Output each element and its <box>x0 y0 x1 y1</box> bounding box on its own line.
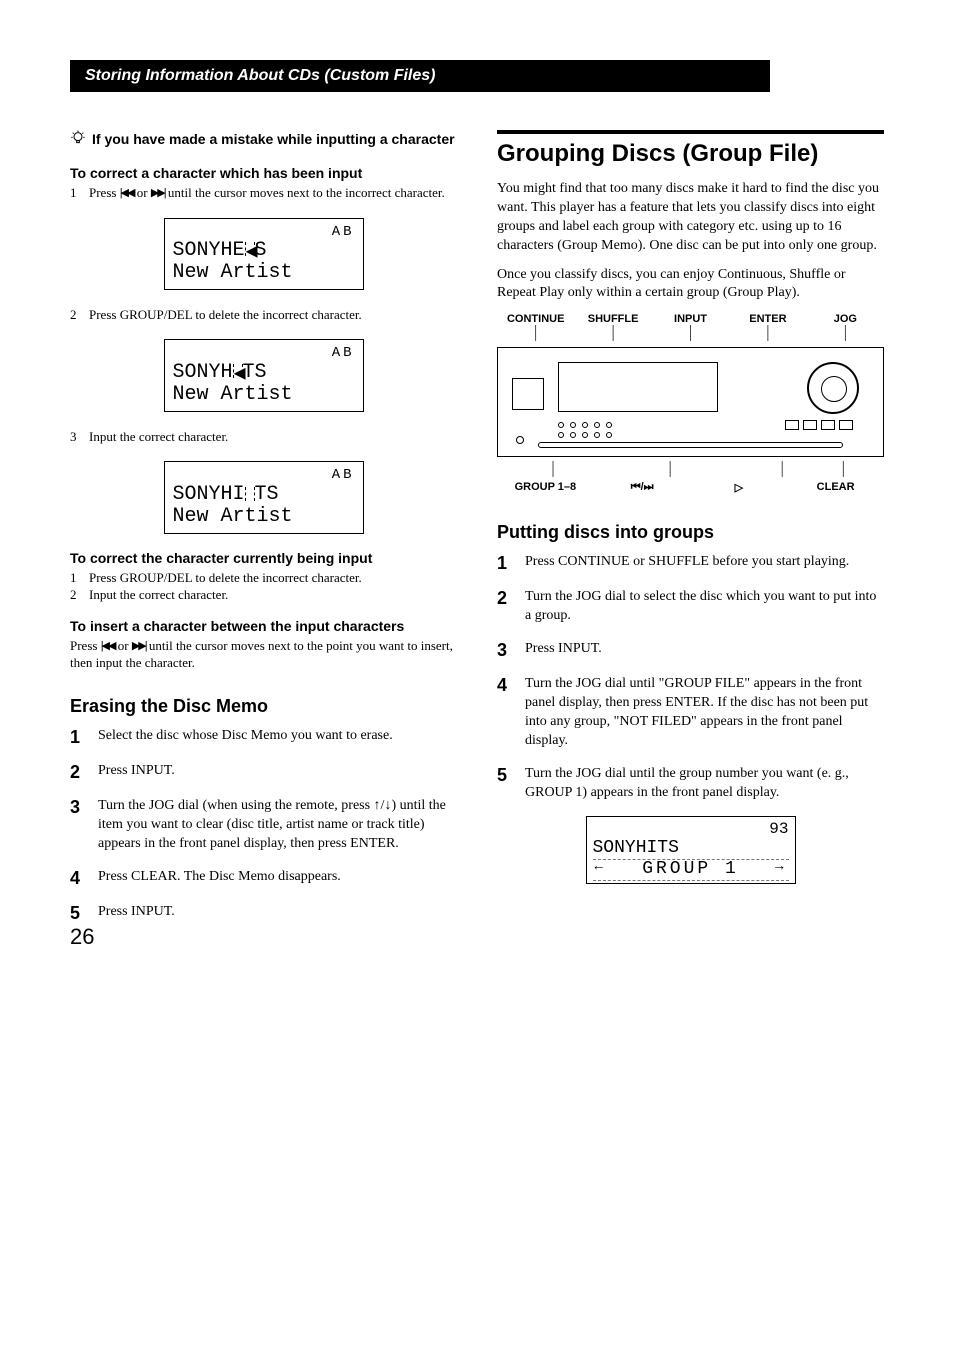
tip-icon <box>70 130 86 151</box>
page-number: 26 <box>70 924 94 950</box>
heading-putting-groups: Putting discs into groups <box>497 522 884 543</box>
intro-paragraph-1: You might find that too many discs make … <box>497 180 884 256</box>
step-text: Select the disc whose Disc Memo you want… <box>98 727 457 748</box>
lcd-display-1: AB SONYHE◀S New Artist <box>164 218 364 290</box>
step-number: 3 <box>497 640 511 661</box>
heading-erasing: Erasing the Disc Memo <box>70 696 457 717</box>
manual-page: Storing Information About CDs (Custom Fi… <box>0 0 954 978</box>
left-column: If you have made a mistake while inputti… <box>70 120 457 938</box>
step-number: 3 <box>70 797 84 854</box>
jog-dial-icon <box>807 362 859 414</box>
step-number: 1 <box>70 727 84 748</box>
next-track-icon: ▶▶| <box>151 187 165 199</box>
step-number: 5 <box>497 765 511 803</box>
subheading-correct-current: To correct the character currently being… <box>70 550 457 566</box>
step-number: 4 <box>497 675 511 751</box>
group-steps: 1 Press CONTINUE or SHUFFLE before you st… <box>497 553 884 802</box>
step-text: Input the correct character. <box>89 428 228 446</box>
step-number: 2 <box>70 586 82 604</box>
device-labels-bottom: GROUP 1–8 ⏮/⏭ ▷ CLEAR <box>497 481 884 494</box>
step-text: Press INPUT. <box>525 640 884 661</box>
lcd-display-group: 93 SONYHITS GROUP 1 <box>586 816 796 883</box>
step-text: Press GROUP/DEL to delete the incorrect … <box>89 569 362 587</box>
step-text: Press INPUT. <box>98 903 457 924</box>
intro-paragraph-2: Once you classify discs, you can enjoy C… <box>497 266 884 304</box>
cursor-icon: ◀ <box>245 242 255 256</box>
step-number: 4 <box>70 868 84 889</box>
right-column: Grouping Discs (Group File) You might fi… <box>497 120 884 938</box>
step-number: 1 <box>70 184 82 202</box>
step-text: Press INPUT. <box>98 762 457 783</box>
step-text: Press CLEAR. The Disc Memo disappears. <box>98 868 457 889</box>
step-number: 1 <box>70 569 82 587</box>
erase-steps: 1 Select the disc whose Disc Memo you wan… <box>70 727 457 924</box>
leader-lines-bottom <box>497 461 884 477</box>
tip-heading: If you have made a mistake while inputti… <box>92 130 455 148</box>
step-text: Press GROUP/DEL to delete the incorrect … <box>89 306 362 324</box>
cursor-icon: ◀ <box>233 364 243 378</box>
step-number: 2 <box>70 762 84 783</box>
subheading-correct-input: To correct a character which has been in… <box>70 165 457 181</box>
subheading-insert-char: To insert a character between the input … <box>70 618 457 634</box>
step-number: 1 <box>497 553 511 574</box>
step-text: Turn the JOG dial to select the disc whi… <box>525 588 884 626</box>
body-text: Press |◀◀ or ▶▶| until the cursor moves … <box>70 637 457 672</box>
section-header: Storing Information About CDs (Custom Fi… <box>70 60 770 92</box>
device-labels-top: CONTINUE SHUFFLE INPUT ENTER JOG <box>497 313 884 325</box>
step-text: Press CONTINUE or SHUFFLE before you sta… <box>525 553 884 574</box>
step-number: 2 <box>497 588 511 626</box>
step-number: 5 <box>70 903 84 924</box>
main-heading: Grouping Discs (Group File) <box>497 130 884 168</box>
prev-track-icon: |◀◀ <box>101 640 115 652</box>
step-number: 2 <box>70 306 82 324</box>
leader-lines-top <box>497 325 884 341</box>
step-text: Turn the JOG dial (when using the remote… <box>98 797 457 854</box>
prev-track-icon: |◀◀ <box>120 187 134 199</box>
lcd-display-3: AB SONYHITS New Artist <box>164 461 364 533</box>
step-text: Turn the JOG dial until the group number… <box>525 765 884 803</box>
step-text: Turn the JOG dial until "GROUP FILE" app… <box>525 675 884 751</box>
step-text: Press |◀◀ or ▶▶| until the cursor moves … <box>89 184 445 202</box>
lcd-display-2: AB SONYH◀TS New Artist <box>164 339 364 411</box>
cursor-icon <box>245 487 255 501</box>
device-diagram <box>497 347 884 457</box>
step-number: 3 <box>70 428 82 446</box>
next-track-icon: ▶▶| <box>132 640 146 652</box>
step-text: Input the correct character. <box>89 586 228 604</box>
